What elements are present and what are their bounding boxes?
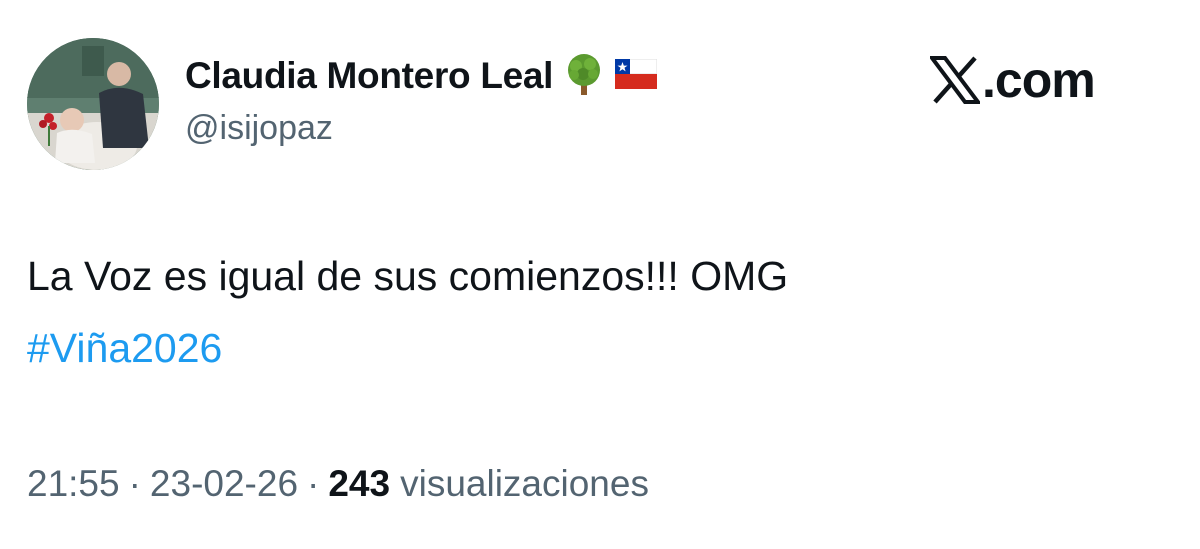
- views-label[interactable]: visualizaciones: [400, 463, 649, 505]
- chile-flag-emoji-icon: [614, 58, 658, 94]
- meta-separator: ·: [128, 463, 141, 504]
- profile-photo: [27, 38, 159, 170]
- avatar[interactable]: [27, 38, 159, 170]
- brand-logo: .com: [930, 52, 1096, 108]
- views-count[interactable]: 243: [328, 463, 390, 505]
- tweet-text: La Voz es igual de sus comienzos!!! OMG: [27, 253, 789, 299]
- author-handle[interactable]: @isijopaz: [185, 109, 333, 148]
- author-row: Claudia Montero Leal: [185, 52, 658, 101]
- tweet-time[interactable]: 21:55: [27, 463, 120, 505]
- x-logo-icon: [930, 56, 980, 104]
- tweet-date[interactable]: 23-02-26: [150, 463, 298, 505]
- tweet-meta: 21:55 · 23-02-26 · 243 visualizaciones: [27, 463, 649, 505]
- brand-domain-text: .com: [982, 52, 1096, 108]
- tweet-card: Claudia Montero Leal @isijopaz .com La V…: [0, 0, 1200, 549]
- display-name[interactable]: Claudia Montero Leal: [185, 55, 553, 97]
- meta-separator: ·: [307, 463, 320, 504]
- hashtag-link[interactable]: #Viña2026: [27, 325, 222, 372]
- tree-emoji-icon: [563, 52, 605, 101]
